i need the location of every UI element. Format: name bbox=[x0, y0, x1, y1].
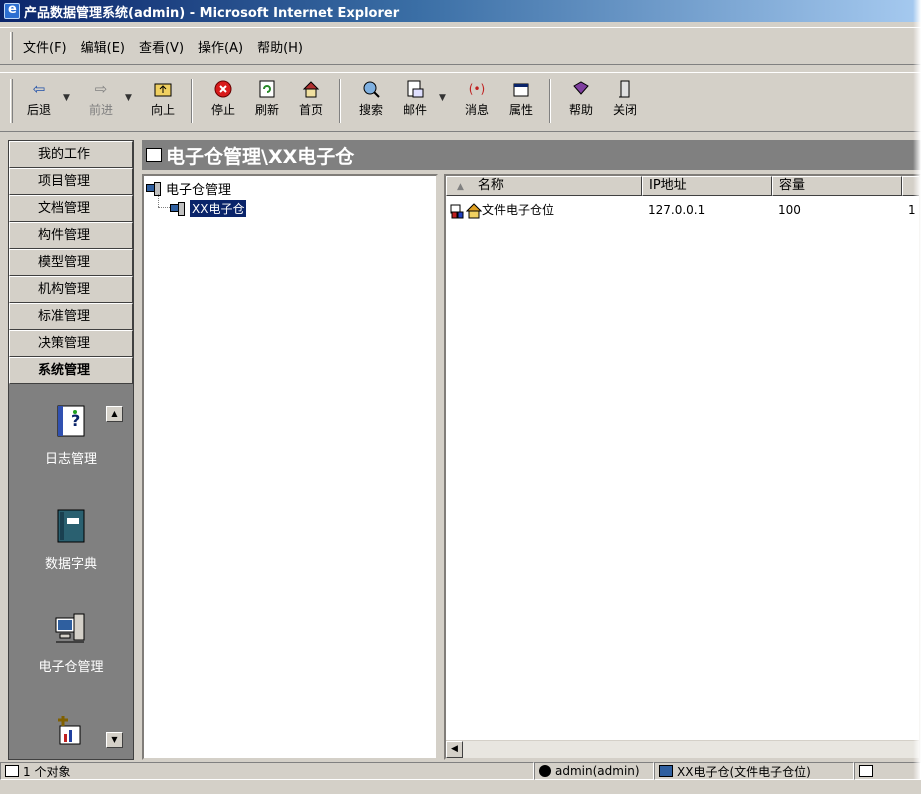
toolbar-separator bbox=[339, 79, 341, 123]
toolbar-separator bbox=[549, 79, 551, 123]
object-icon bbox=[5, 765, 19, 777]
column-header-capacity[interactable]: 容量 bbox=[772, 176, 902, 196]
column-header-ip[interactable]: IP地址 bbox=[642, 176, 772, 196]
row-name-cell: 文件电子仓位 bbox=[446, 201, 642, 219]
home-button[interactable]: 首页 bbox=[291, 79, 331, 118]
log-notebook-icon: ? bbox=[54, 404, 88, 438]
sidebar-panel: ▲ ? 日志管理 数据字典 电子仓管理 ▼ bbox=[9, 384, 133, 794]
sidebar-item-my-work[interactable]: 我的工作 bbox=[9, 141, 133, 168]
menu-file[interactable]: 文件(F) bbox=[23, 37, 67, 56]
scroll-left-icon[interactable]: ◀ bbox=[446, 741, 463, 758]
row-ip-cell: 127.0.0.1 bbox=[648, 203, 706, 217]
panel-scroll-down-icon[interactable]: ▼ bbox=[106, 732, 123, 748]
back-dropdown-icon[interactable]: ▼ bbox=[63, 93, 73, 103]
menubar-grip[interactable] bbox=[10, 32, 13, 60]
menu-action[interactable]: 操作(A) bbox=[198, 37, 243, 56]
locked-warehouse-icon bbox=[450, 203, 466, 219]
forward-arrow-icon: ⇨ bbox=[94, 80, 108, 98]
horizontal-scrollbar[interactable]: ◀ bbox=[446, 740, 919, 758]
message-button[interactable]: (•) 消息 bbox=[457, 79, 497, 118]
detail-list-view[interactable]: ▲ 名称 IP地址 容量 文件电子仓位 127.0.0.1 100 1 ◀ bbox=[444, 174, 921, 760]
help-button[interactable]: 帮助 bbox=[561, 79, 601, 118]
sidebar-item-organizations[interactable]: 机构管理 bbox=[9, 276, 133, 303]
content-header: 电子仓管理\XX电子仓 bbox=[142, 140, 921, 170]
status-count-panel: 1 个对象 bbox=[0, 762, 534, 780]
up-button[interactable]: 向上 bbox=[143, 79, 183, 118]
close-button[interactable]: 关闭 bbox=[605, 79, 645, 118]
page-title: 电子仓管理\XX电子仓 bbox=[166, 145, 355, 168]
sidebar-item-standards[interactable]: 标准管理 bbox=[9, 303, 133, 330]
back-button[interactable]: ⇦ 后退 bbox=[19, 79, 59, 118]
warehouse-header-icon bbox=[146, 148, 162, 162]
house-icon bbox=[465, 203, 483, 219]
status-location-panel: XX电子仓(文件电子仓位) bbox=[654, 762, 854, 780]
window-title: 产品数据管理系统(admin) - Microsoft Internet Exp… bbox=[24, 5, 400, 21]
status-user-panel: admin(admin) bbox=[534, 762, 654, 780]
forward-button[interactable]: ⇨ 前进 bbox=[81, 79, 121, 118]
sidebar-item-system[interactable]: 系统管理 bbox=[9, 357, 133, 384]
row-capacity-cell: 100 bbox=[778, 203, 801, 217]
server-computer-icon bbox=[54, 612, 88, 646]
search-button[interactable]: 搜索 bbox=[351, 79, 391, 118]
tree-view[interactable]: 电子仓管理 XX电子仓 bbox=[142, 174, 438, 760]
toolbar-grip[interactable] bbox=[10, 79, 13, 123]
sidebar-item-models[interactable]: 模型管理 bbox=[9, 249, 133, 276]
window-title-bar[interactable]: 产品数据管理系统(admin) - Microsoft Internet Exp… bbox=[0, 0, 921, 22]
panel-item-warehouse[interactable]: 电子仓管理 bbox=[9, 612, 133, 675]
refresh-icon bbox=[256, 79, 278, 99]
dictionary-book-icon bbox=[54, 509, 88, 543]
mail-dropdown-icon[interactable]: ▼ bbox=[439, 93, 449, 103]
server-icon bbox=[170, 201, 186, 216]
back-arrow-icon: ⇦ bbox=[32, 80, 46, 98]
screen-edge-fade bbox=[913, 0, 921, 780]
tools-chart-icon bbox=[54, 714, 88, 748]
menu-view[interactable]: 查看(V) bbox=[139, 37, 184, 56]
menu-edit[interactable]: 编辑(E) bbox=[81, 37, 125, 56]
user-icon bbox=[539, 765, 551, 777]
stop-button[interactable]: 停止 bbox=[203, 79, 243, 118]
menu-help[interactable]: 帮助(H) bbox=[257, 37, 303, 56]
sidebar-item-documents[interactable]: 文档管理 bbox=[9, 195, 133, 222]
warehouse-status-icon bbox=[659, 765, 673, 777]
sidebar: 我的工作 项目管理 文档管理 构件管理 模型管理 机构管理 标准管理 决策管理 … bbox=[8, 140, 134, 760]
forward-dropdown-icon[interactable]: ▼ bbox=[125, 93, 135, 103]
home-icon bbox=[300, 79, 322, 99]
sort-asc-icon: ▲ bbox=[457, 182, 464, 192]
tree-node-xx-warehouse[interactable]: XX电子仓 bbox=[170, 200, 247, 217]
refresh-button[interactable]: 刷新 bbox=[247, 79, 287, 118]
tree-connector bbox=[158, 207, 170, 208]
exit-icon bbox=[614, 79, 636, 99]
broadcast-icon: (•) bbox=[468, 82, 486, 96]
folder-up-icon bbox=[152, 79, 174, 99]
tree-connector bbox=[158, 194, 159, 207]
properties-icon bbox=[510, 79, 532, 99]
toolbar-separator bbox=[191, 79, 193, 123]
status-extra-panel bbox=[854, 762, 921, 780]
toolbar: ⇦ 后退 ▼ ⇨ 前进 ▼ 向上 停止 刷新 首页 搜索 邮件 ▼ (•) 消息… bbox=[0, 72, 921, 132]
sidebar-item-decisions[interactable]: 决策管理 bbox=[9, 330, 133, 357]
properties-button[interactable]: 属性 bbox=[501, 79, 541, 118]
ie-icon bbox=[4, 2, 20, 19]
sidebar-item-components[interactable]: 构件管理 bbox=[9, 222, 133, 249]
search-icon bbox=[360, 79, 382, 99]
column-header-name[interactable]: ▲ 名称 bbox=[446, 176, 642, 196]
mail-button[interactable]: 邮件 bbox=[395, 79, 435, 118]
panel-item-data-dictionary[interactable]: 数据字典 bbox=[9, 509, 133, 572]
help-book-icon bbox=[570, 79, 592, 99]
panel-item-logs[interactable]: ? 日志管理 bbox=[9, 404, 133, 467]
table-row[interactable]: 文件电子仓位 127.0.0.1 100 1 bbox=[446, 200, 919, 220]
stop-icon bbox=[212, 79, 234, 99]
menu-bar: 文件(F) 编辑(E) 查看(V) 操作(A) 帮助(H) bbox=[0, 27, 921, 65]
server-icon bbox=[146, 181, 162, 196]
status-bar: 1 个对象 admin(admin) XX电子仓(文件电子仓位) bbox=[0, 762, 921, 780]
list-header: ▲ 名称 IP地址 容量 bbox=[446, 176, 919, 196]
sidebar-item-projects[interactable]: 项目管理 bbox=[9, 168, 133, 195]
calendar-icon bbox=[859, 765, 873, 777]
mail-icon bbox=[404, 79, 426, 99]
